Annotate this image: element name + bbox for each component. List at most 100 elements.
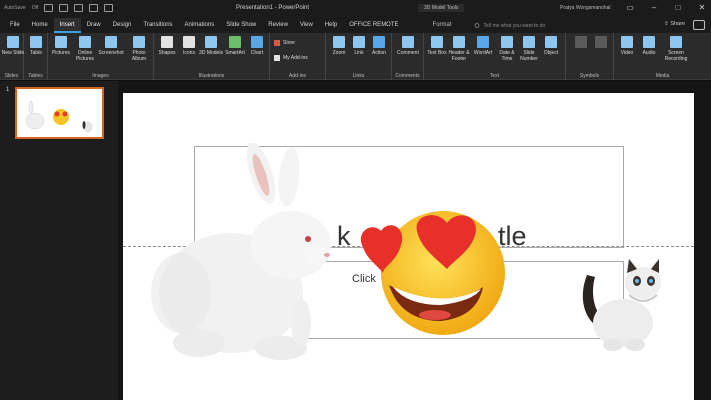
heart-eyes-emoji-3d-model[interactable] [353,205,513,337]
maximize-icon[interactable]: □ [673,2,683,14]
tab-slide-show[interactable]: Slide Show [220,18,262,33]
group-label-comments: Comments [395,73,420,79]
pictures-icon [55,36,67,48]
group-label-images: Images [92,73,109,79]
screen-recording-button[interactable]: Screen Recording [660,36,692,62]
share-button[interactable]: ⇪ Share [664,21,685,27]
wordart-button[interactable]: WordArt [470,36,496,56]
group-slides: New Slide Slides [0,33,24,80]
present-icon[interactable] [89,4,99,12]
tab-home[interactable]: Home [26,18,54,33]
group-text: Text Box Header & Footer WordArt Date & … [424,33,566,80]
tab-format[interactable]: Format [427,18,458,33]
smartart-icon [229,36,241,48]
autosave-state[interactable]: Off [32,5,39,11]
tab-design[interactable]: Design [107,18,138,33]
shapes-icon [161,36,173,48]
group-label-text: Text [489,73,500,79]
3d-models-icon [205,36,217,48]
comment-button[interactable]: Comment [395,36,421,56]
comment-icon [402,36,414,48]
tab-draw[interactable]: Draw [81,18,107,33]
audio-button[interactable]: Audio [636,36,662,56]
tab-transitions[interactable]: Transitions [137,18,178,33]
group-label-illustrations: Illustrations [198,73,225,79]
lightbulb-icon [474,22,479,28]
user-name[interactable]: Pratya Wongsmanohal [560,5,611,11]
document-title: Presentation1 - PowerPoint [236,5,310,11]
close-icon[interactable]: ✕ [697,2,707,14]
screenshot-button[interactable]: Screenshot [98,36,124,56]
context-tab-group: 3D Model Tools [418,4,465,12]
store-button[interactable]: Store [274,40,295,46]
photo-album-button[interactable]: Photo Album [126,36,152,62]
tab-file[interactable]: File [4,18,26,33]
chart-icon [251,36,263,48]
tab-help[interactable]: Help [319,18,343,33]
store-icon [274,40,280,46]
slide[interactable]: k tle Click [123,93,694,400]
group-tables: Table Tables [24,33,48,80]
action-icon [373,36,385,48]
date-time-icon [501,36,513,48]
slide-editing-area: k tle Click [118,81,711,400]
cat-3d-model[interactable] [573,255,673,355]
text-box-icon [431,36,443,48]
my-addins-button[interactable]: My Add-ins [274,55,308,61]
redo-icon[interactable] [74,4,84,12]
tell-me-text: Tell me what you want to do [483,22,546,29]
group-label-media: Media [655,73,670,79]
group-media: Video Audio Screen Recording Media [614,33,711,80]
tab-office-remote[interactable]: OFFICE REMOTE [343,18,404,33]
photo-album-icon [133,36,145,48]
pictures-button[interactable]: Pictures [48,36,74,56]
table-icon [30,36,42,48]
online-pictures-button[interactable]: Online Pictures [72,36,98,62]
my-addins-icon [274,55,280,61]
link-icon [353,36,365,48]
customize-qat-icon[interactable] [104,4,114,12]
equation-icon [575,36,587,48]
audio-icon [643,36,655,48]
tab-insert[interactable]: Insert [53,18,81,33]
omega-icon [595,36,607,48]
table-button[interactable]: Table [23,36,49,56]
ribbon-tabs: File Home Insert Draw Design Transitions… [0,18,711,33]
header-footer-button[interactable]: Header & Footer [446,36,472,62]
thumbnail-preview [25,100,93,133]
object-button[interactable]: Object [538,36,564,56]
tab-animations[interactable]: Animations [179,18,221,33]
screen-recording-icon [670,36,682,48]
chart-button[interactable]: Chart [244,36,270,56]
group-images: Pictures Online Pictures Screenshot Phot… [48,33,154,80]
group-label-symbols: Symbols [579,73,600,79]
group-comments: Comment Comments [392,33,424,80]
group-symbols: Symbols [566,33,614,80]
slide-number-label: 1 [6,87,10,93]
undo-icon[interactable] [59,4,69,12]
tab-review[interactable]: Review [262,18,294,33]
autosave-label: AutoSave [4,5,26,11]
symbol-button[interactable] [588,36,614,50]
online-pictures-icon [79,36,91,48]
tab-view[interactable]: View [294,18,319,33]
slide-thumbnail[interactable] [15,87,104,139]
action-button[interactable]: Action [366,36,392,56]
icons-icon [183,36,195,48]
group-label-tables: Tables [28,73,43,79]
ribbon-display-options-icon[interactable]: ▭ [625,2,635,14]
group-links: Zoom Link Action Links [326,33,392,80]
tell-me-search[interactable]: Tell me what you want to do [474,22,546,29]
rabbit-3d-model[interactable] [151,143,351,368]
ribbon-insert: New Slide Slides Table Tables Pictures O… [0,33,711,80]
minimize-icon[interactable]: – [649,2,659,14]
group-label-links: Links [352,73,365,79]
comments-icon[interactable] [693,20,705,30]
3d-models-button[interactable]: 3D Models [198,36,224,56]
wordart-icon [477,36,489,48]
share-label: Share [670,21,685,27]
save-icon[interactable] [44,4,54,12]
group-label-addins: Add-ins [289,73,306,79]
quick-access-toolbar: AutoSave Off [4,4,114,12]
slide-number-icon [523,36,535,48]
